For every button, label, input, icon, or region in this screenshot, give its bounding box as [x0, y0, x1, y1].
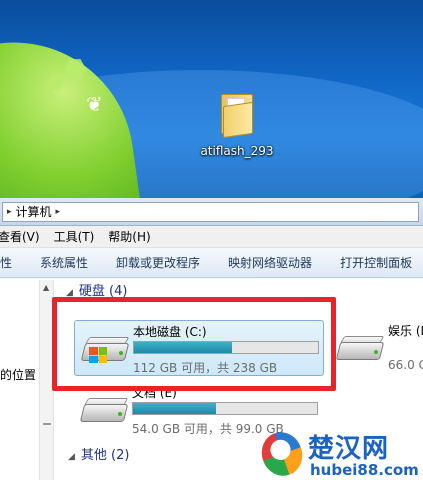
- watermark-url: hubei88.com: [310, 461, 419, 479]
- toolbar-system-properties[interactable]: 系统属性: [40, 254, 88, 271]
- address-bar: ▸ 计算机 ▸: [0, 198, 423, 226]
- butterfly-icon: ❦: [86, 92, 103, 116]
- toolbar-uninstall-program[interactable]: 卸载或更改程序: [116, 254, 200, 271]
- scroll-up-icon[interactable]: ▲: [43, 283, 49, 292]
- breadcrumb-computer[interactable]: 计算机: [16, 203, 52, 220]
- drive-usage-bar: [132, 402, 318, 415]
- drive-name: 娱乐 (D: [388, 324, 423, 338]
- menu-help[interactable]: 帮助(H): [108, 228, 150, 245]
- menu-view[interactable]: 查看(V): [0, 228, 40, 245]
- hard-drive-icon: [335, 336, 385, 362]
- menu-tools[interactable]: 工具(T): [54, 228, 95, 245]
- site-watermark: 楚汉网 hubei88.com: [255, 426, 423, 480]
- toolbar-open-control-panel[interactable]: 打开控制面板: [340, 254, 412, 271]
- drive-item-d[interactable]: 娱乐 (D 66.0 G: [330, 320, 423, 376]
- section-other[interactable]: ◢ 其他 (2): [68, 444, 129, 463]
- desktop-icon-label: atiflash_293: [200, 144, 274, 158]
- drive-stats: 66.0 G: [388, 358, 423, 372]
- section-title: 其他 (2): [80, 448, 130, 463]
- drive-usage-fill: [133, 403, 216, 414]
- desktop-icon-atiflash[interactable]: atiflash_293: [198, 92, 276, 158]
- desktop-wallpaper-shape: [0, 27, 143, 198]
- address-field[interactable]: ▸ 计算机 ▸: [2, 201, 419, 222]
- nav-location-item[interactable]: 的位置: [0, 366, 36, 383]
- breadcrumb-arrow-icon[interactable]: ▸: [7, 207, 12, 217]
- site-logo-icon: [255, 426, 309, 480]
- menu-bar: 查看(V) 工具(T) 帮助(H): [0, 226, 423, 248]
- toolbar-map-network-drive[interactable]: 映射网络驱动器: [228, 254, 312, 271]
- navigation-pane: 的位置: [0, 280, 40, 480]
- breadcrumb-arrow-icon[interactable]: ▸: [56, 207, 61, 217]
- folder-icon: [219, 92, 255, 139]
- scroll-grip-icon[interactable]: [43, 423, 51, 425]
- desktop: ❦ atiflash_293: [0, 0, 423, 198]
- highlight-annotation: [52, 297, 336, 391]
- watermark-title: 楚汉网: [308, 434, 390, 464]
- command-bar: 性 系统属性 卸载或更改程序 映射网络驱动器 打开控制面板: [0, 248, 423, 278]
- hard-drive-icon: [79, 398, 129, 424]
- collapse-triangle-icon[interactable]: ◢: [68, 452, 75, 462]
- toolbar-properties[interactable]: 性: [0, 254, 12, 271]
